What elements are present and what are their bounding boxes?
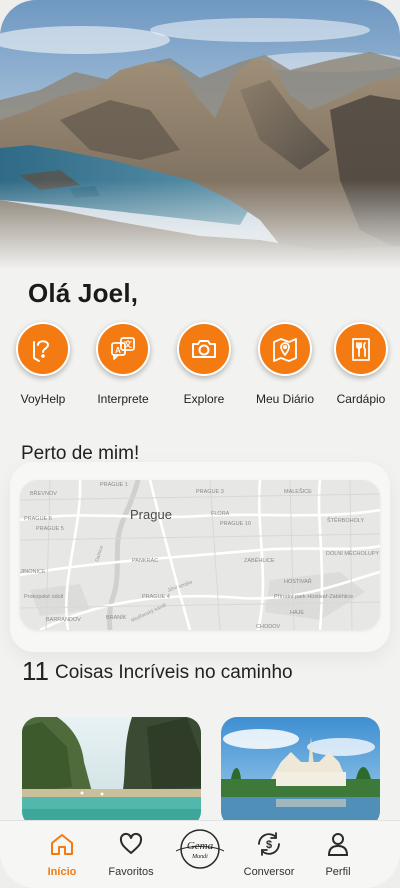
place-card[interactable] — [221, 717, 380, 827]
things-title-row: 11 Coisas Incríveis no caminho — [22, 656, 293, 687]
things-count: 11 — [22, 656, 49, 686]
nav-favoritos[interactable]: Favoritos — [96, 831, 166, 878]
currency-converter-icon: $ — [258, 832, 280, 856]
map-label: PRAGUE 6 — [24, 516, 52, 522]
gema-mundi-logo-icon: Gema Mundi — [175, 829, 225, 869]
map-label: PRAGUE 3 — [196, 489, 224, 495]
profile-icon — [327, 833, 349, 856]
camera-icon — [177, 322, 231, 376]
heart-icon — [119, 832, 143, 854]
nav-conversor[interactable]: $ Conversor — [234, 831, 304, 878]
greeting-title: Olá Joel, — [28, 278, 139, 308]
map-label: PRAGUE 4 — [142, 594, 170, 600]
nav-inicio[interactable]: Início — [27, 831, 97, 878]
nav-label: Perfil — [325, 866, 351, 878]
action-label: Interprete — [97, 392, 149, 406]
action-label: Cardápio — [336, 392, 386, 406]
map-label: HÁJE — [290, 609, 304, 616]
nearby-map[interactable]: BŘEVNOV PRAGUE 1 PRAGUE 3 MALEŠICE PRAGU… — [20, 480, 380, 630]
logo-subtext: Mundi — [191, 854, 208, 860]
action-label: Meu Diário — [255, 392, 315, 406]
map-label: PRAGUE 10 — [220, 521, 251, 527]
map-pin-icon — [258, 322, 312, 376]
map-label: MALEŠICE — [284, 488, 312, 495]
svg-text:文: 文 — [124, 339, 133, 349]
nav-gema-mundi-logo[interactable]: Gema Mundi — [165, 829, 235, 874]
place-card-image — [221, 717, 380, 827]
hero-landscape-image — [0, 0, 400, 270]
nav-perfil[interactable]: Perfil — [303, 831, 373, 878]
action-label: VoyHelp — [20, 392, 66, 406]
home-icon — [51, 834, 73, 855]
quick-actions: VoyHelp A 文 Interprete Explore Meu Diári… — [0, 322, 400, 412]
translate-icon: A 文 — [96, 322, 150, 376]
map-label: Prokopské údolí — [24, 594, 64, 600]
svg-text:$: $ — [266, 839, 272, 851]
place-card-image — [22, 717, 201, 827]
map-label: BŘEVNOV — [30, 489, 57, 497]
nav-label: Conversor — [243, 866, 295, 878]
app-screen: Olá Joel, VoyHelp A 文 Interprete Explore… — [0, 0, 400, 888]
svg-text:A: A — [115, 346, 121, 355]
bottom-nav: Início Favoritos Gema Mundi $ Conversor … — [0, 820, 400, 888]
map-label: Přírodní park Hostivař-Záběhlice — [274, 594, 353, 600]
logo-text: Gema — [187, 840, 214, 852]
action-voyhelp[interactable]: VoyHelp — [3, 322, 83, 406]
action-explore[interactable]: Explore — [164, 322, 244, 406]
things-title: Coisas Incríveis no caminho — [55, 662, 293, 683]
map-label: CHODOV — [256, 624, 280, 630]
action-label: Explore — [183, 392, 225, 406]
map-city-label: Prague — [130, 507, 172, 522]
map-label: PRAGUE 5 — [36, 526, 64, 532]
map-label: ŠTĚRBOHOLY — [327, 516, 365, 524]
map-label: DOLNÍ MĚCHOLUPY — [326, 549, 380, 557]
action-cardapio[interactable]: Cardápio — [321, 322, 400, 406]
map-label: JINONICE — [20, 569, 46, 575]
map-label: ZÁBĚHLICE — [244, 556, 275, 564]
map-label: PRAGUE 1 — [100, 482, 128, 488]
map-label: PANKRÁC — [132, 557, 158, 564]
nav-label: Favoritos — [108, 866, 154, 878]
place-card[interactable] — [22, 717, 201, 827]
map-label: BRANÍK — [106, 614, 127, 621]
map-label: FLORA — [211, 511, 230, 517]
action-meu-diario[interactable]: Meu Diário — [245, 322, 325, 406]
map-label: HOSTIVAŘ — [284, 577, 312, 585]
map-label: BARRANDOV — [46, 617, 81, 623]
help-bubble-icon — [16, 322, 70, 376]
menu-cutlery-icon — [334, 322, 388, 376]
action-interprete[interactable]: A 文 Interprete — [83, 322, 163, 406]
nav-label: Início — [47, 866, 77, 878]
